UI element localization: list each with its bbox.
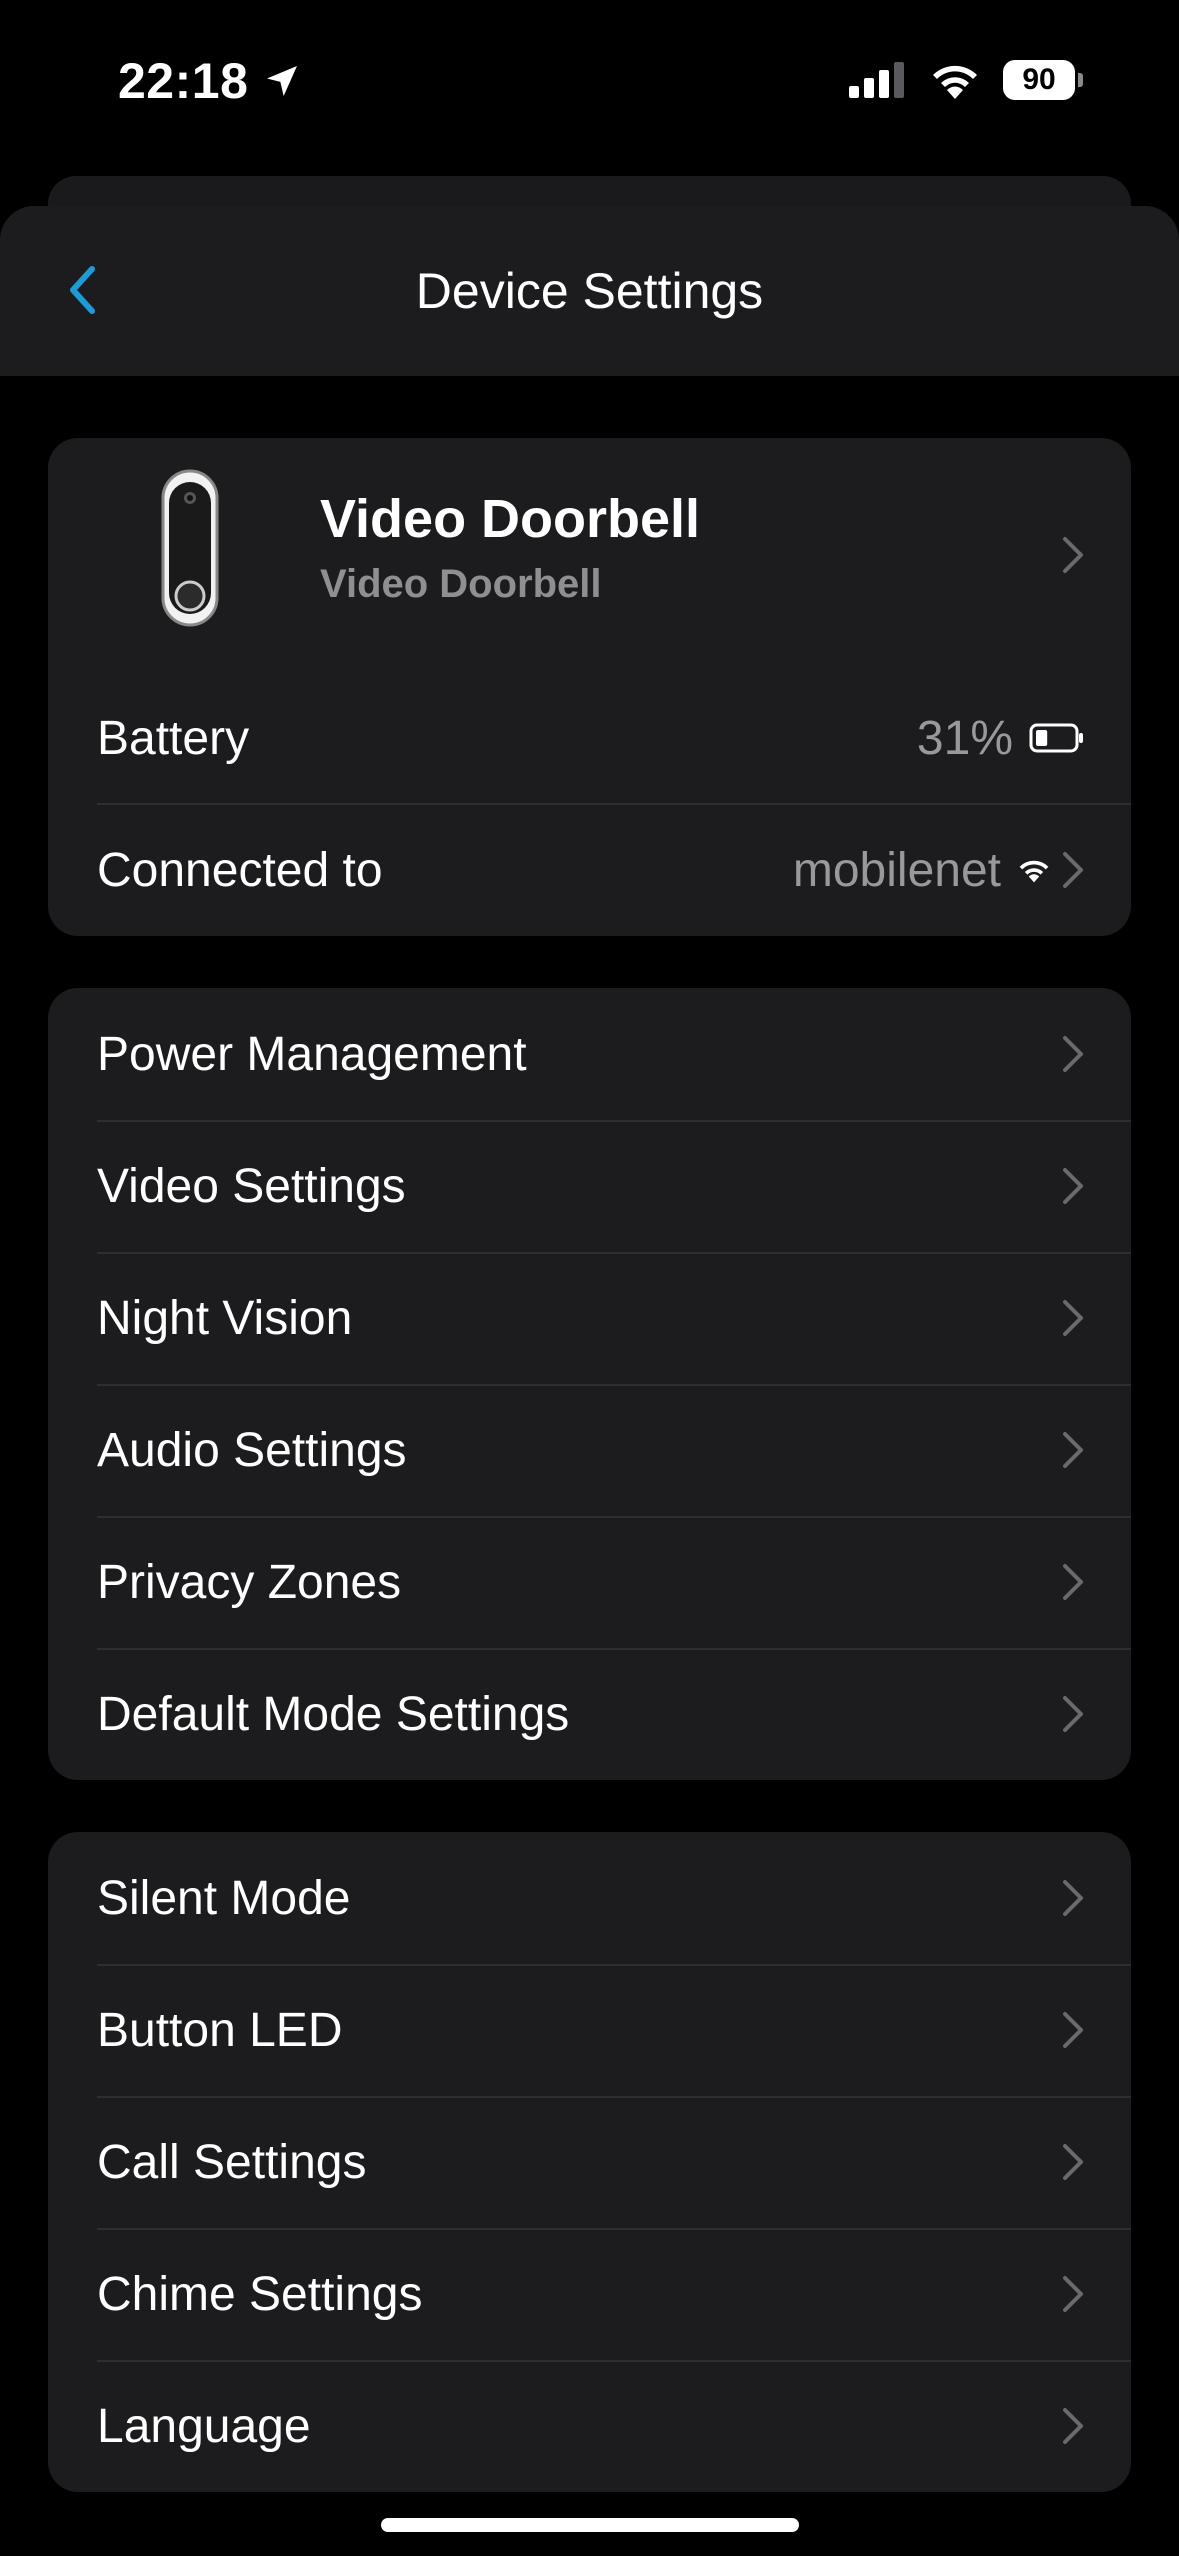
settings-row-label: Language: [97, 2399, 311, 2453]
chevron-right-icon: [1063, 1432, 1083, 1468]
device-info-row[interactable]: Video Doorbell Video Doorbell: [48, 438, 1131, 672]
device-card: Video Doorbell Video Doorbell Battery 31…: [48, 438, 1131, 936]
settings-row-label: Power Management: [97, 1027, 527, 1081]
battery-value: 31%: [916, 711, 1013, 765]
settings-group-2: Silent Mode Button LED Call Settings Chime …: [48, 1832, 1131, 2492]
connected-to-row[interactable]: Connected to mobilenet: [48, 804, 1131, 936]
settings-row-button-led[interactable]: Button LED: [48, 1964, 1131, 2096]
settings-row-privacy-zones[interactable]: Privacy Zones: [48, 1516, 1131, 1648]
settings-row-call-settings[interactable]: Call Settings: [48, 2096, 1131, 2228]
settings-row-silent-mode[interactable]: Silent Mode: [48, 1832, 1131, 1964]
settings-row-night-vision[interactable]: Night Vision: [48, 1252, 1131, 1384]
location-arrow-icon: [267, 66, 298, 96]
chevron-right-icon: [1063, 537, 1083, 573]
settings-row-audio-settings[interactable]: Audio Settings: [48, 1384, 1131, 1516]
settings-row-label: Chime Settings: [97, 2267, 423, 2321]
status-bar-time: 22:18: [118, 52, 302, 110]
page-title: Device Settings: [415, 263, 764, 319]
status-bar-indicators: 90: [849, 60, 1083, 100]
device-model: Video Doorbell: [320, 562, 602, 606]
settings-row-label: Audio Settings: [97, 1423, 407, 1477]
settings-row-label: Video Settings: [97, 1159, 406, 1213]
settings-row-default-mode-settings[interactable]: Default Mode Settings: [48, 1648, 1131, 1780]
settings-row-label: Button LED: [97, 2003, 343, 2057]
cellular-signal-icon: [849, 62, 904, 98]
connected-to-label: Connected to: [97, 843, 383, 897]
battery-row: Battery 31%: [48, 672, 1131, 804]
home-indicator: [381, 2518, 799, 2532]
clock: 22:18: [118, 53, 249, 109]
chevron-right-icon: [1063, 1880, 1083, 1916]
device-battery-icon: [1029, 723, 1083, 753]
battery-percentage: 90: [1022, 63, 1056, 96]
settings-row-language[interactable]: Language: [48, 2360, 1131, 2492]
chevron-right-icon: [1063, 1564, 1083, 1600]
chevron-right-icon: [1063, 1036, 1083, 1072]
battery-icon: 90: [1003, 60, 1083, 100]
settings-row-label: Call Settings: [97, 2135, 367, 2189]
chevron-right-icon: [1063, 852, 1083, 888]
settings-row-label: Silent Mode: [97, 1871, 351, 1925]
chevron-right-icon: [1063, 2144, 1083, 2180]
chevron-right-icon: [1063, 2408, 1083, 2444]
chevron-right-icon: [1063, 2012, 1083, 2048]
chevron-right-icon: [1063, 1168, 1083, 1204]
settings-group-1: Power Management Video Settings Night Visi…: [48, 988, 1131, 1780]
chevron-right-icon: [1063, 1300, 1083, 1336]
chevron-right-icon: [1063, 1696, 1083, 1732]
settings-row-label: Night Vision: [97, 1291, 353, 1345]
battery-label: Battery: [97, 711, 250, 765]
settings-row-chime-settings[interactable]: Chime Settings: [48, 2228, 1131, 2360]
wifi-small-icon: [1019, 860, 1049, 883]
wifi-icon: [933, 65, 977, 99]
settings-row-label: Default Mode Settings: [97, 1687, 570, 1741]
settings-row-video-settings[interactable]: Video Settings: [48, 1120, 1131, 1252]
settings-row-label: Privacy Zones: [97, 1555, 402, 1609]
doorbell-icon: [161, 469, 219, 627]
network-name: mobilenet: [792, 843, 1001, 897]
device-name: Video Doorbell: [320, 489, 701, 549]
settings-row-power-management[interactable]: Power Management: [48, 988, 1131, 1120]
chevron-right-icon: [1063, 2276, 1083, 2312]
